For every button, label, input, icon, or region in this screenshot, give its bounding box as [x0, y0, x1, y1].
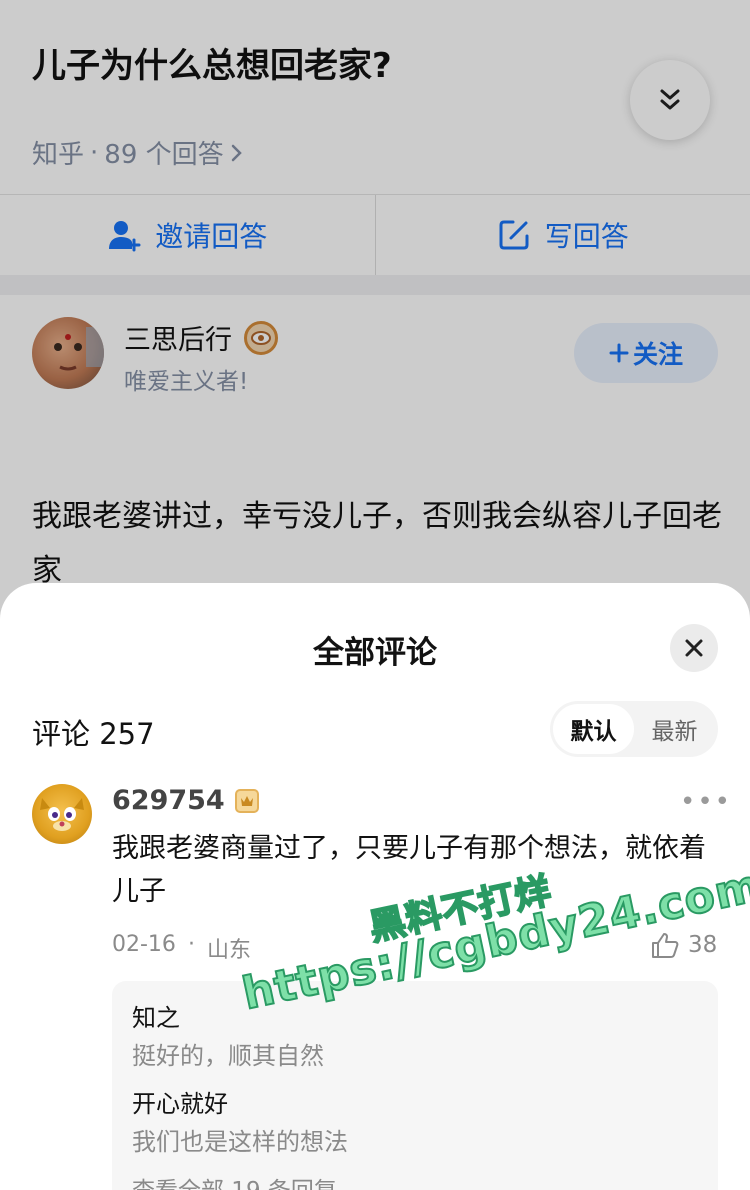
reply-text: 我们也是这样的想法: [132, 1128, 348, 1156]
close-button[interactable]: [670, 624, 718, 672]
more-options-icon[interactable]: •••: [680, 787, 732, 817]
like-button[interactable]: 38: [650, 931, 717, 959]
sheet-title: 全部评论: [313, 635, 437, 671]
sort-latest-tab[interactable]: 最新: [634, 704, 715, 754]
comment-location: 山东: [206, 938, 251, 963]
thumbs-up-icon: [652, 933, 679, 958]
close-icon: [685, 639, 703, 657]
reply-user: 开心就好: [132, 1090, 228, 1118]
level-badge-icon: [234, 788, 259, 813]
reply-item[interactable]: 知之 挺好的，顺其自然: [132, 999, 698, 1075]
meta-dot: ·: [187, 932, 195, 957]
reply-text: 挺好的，顺其自然: [132, 1042, 324, 1070]
comment-count: 评论 257: [32, 717, 155, 751]
comment-meta: 02-16 · 山东: [112, 932, 251, 964]
comment-date: 02-16: [112, 932, 176, 957]
reply-item[interactable]: 开心就好 我们也是这样的想法: [132, 1085, 698, 1161]
commenter-name: 629754: [112, 785, 225, 816]
view-all-replies-link[interactable]: 查看全部 19 条回复: [132, 1171, 698, 1190]
like-count: 38: [688, 932, 718, 958]
replies-box[interactable]: 知之 挺好的，顺其自然 开心就好 我们也是这样的想法 查看全部 19 条回复: [112, 981, 718, 1190]
reply-user: 知之: [132, 1004, 180, 1032]
commenter-name-row[interactable]: 629754: [112, 785, 259, 816]
sort-toggle: 默认 最新: [550, 701, 718, 757]
sort-default-tab[interactable]: 默认: [553, 704, 634, 754]
commenter-avatar[interactable]: [32, 784, 92, 844]
